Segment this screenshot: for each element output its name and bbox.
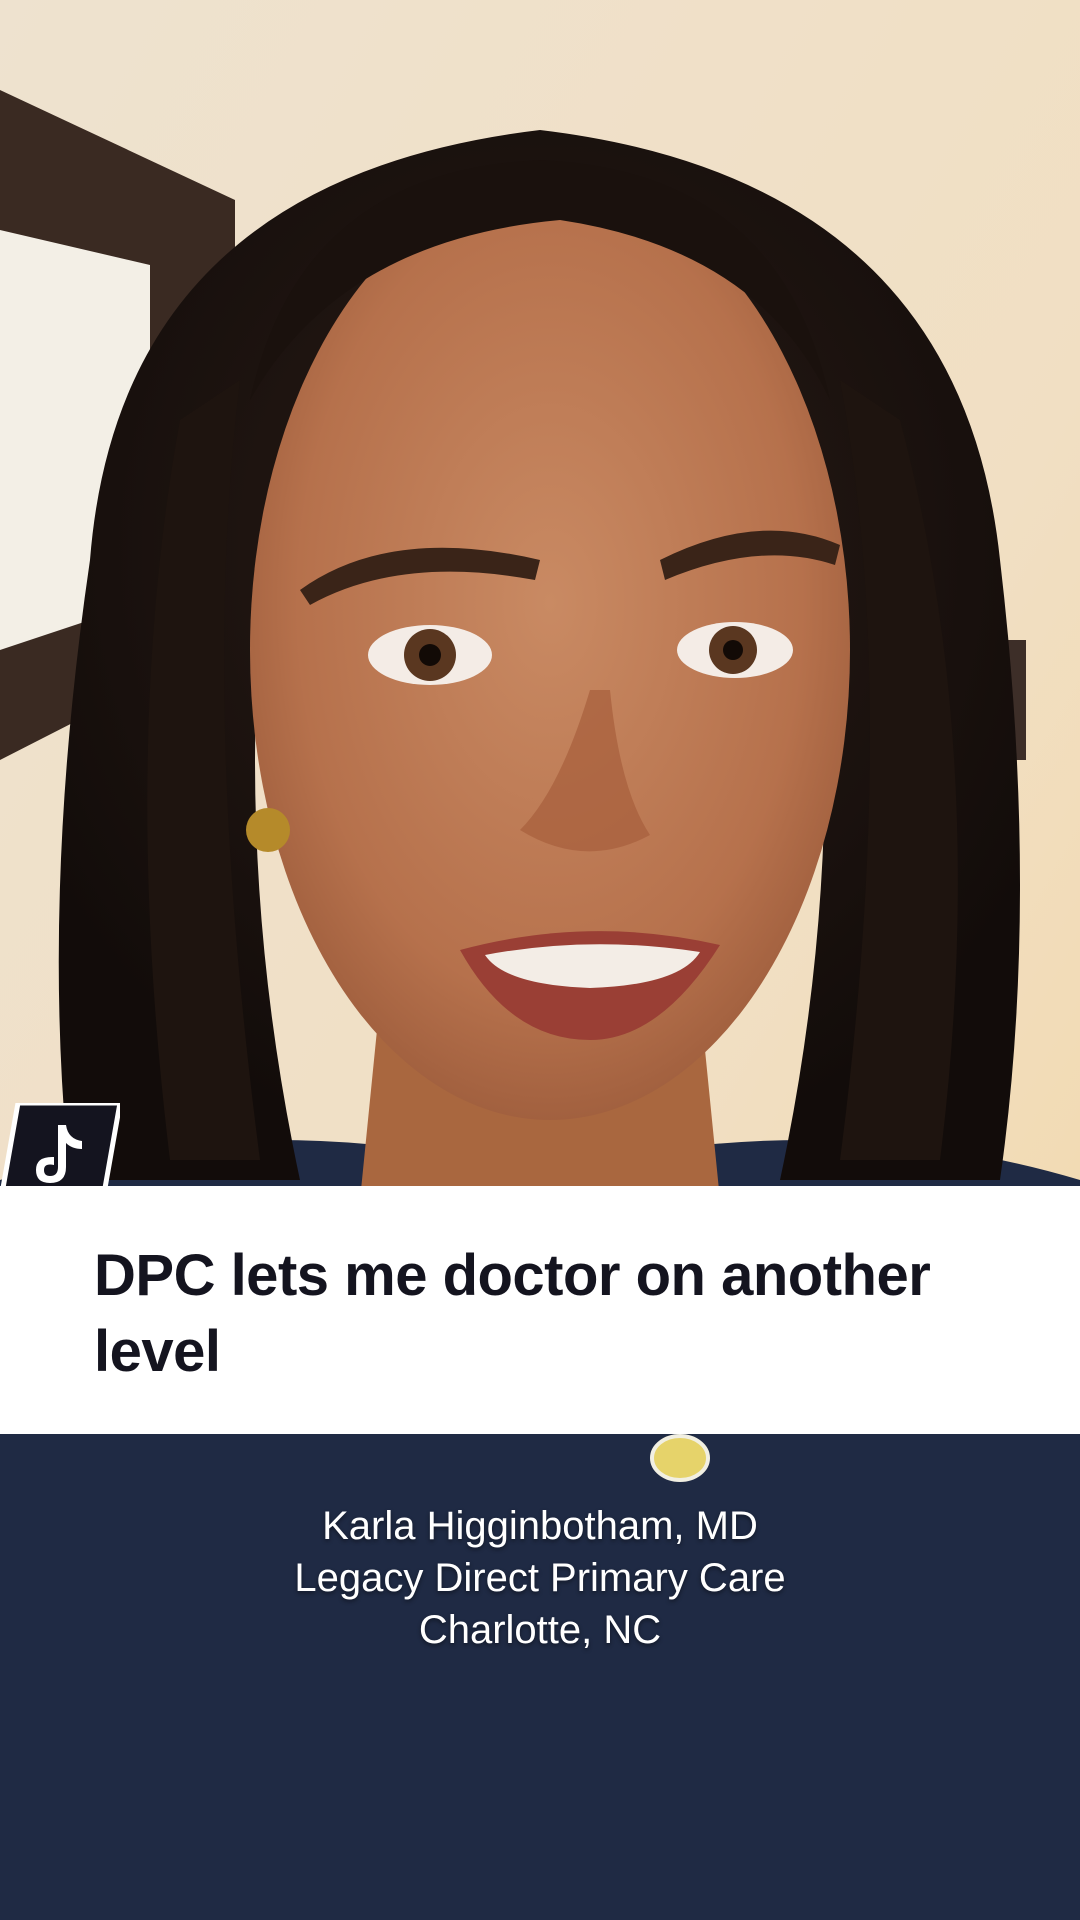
caption-name: Karla Higginbotham, MD bbox=[322, 1504, 758, 1548]
headline-text: DPC lets me doctor on another level bbox=[94, 1243, 931, 1384]
headline-banner: DPC lets me doctor on another level bbox=[0, 1186, 1080, 1434]
tiktok-video-screen[interactable]: DPC lets me doctor on another level Karl… bbox=[0, 0, 1080, 1920]
caption-overlay: Karla Higginbotham, MD Legacy Direct Pri… bbox=[0, 1500, 1080, 1656]
caption-practice: Legacy Direct Primary Care bbox=[294, 1556, 786, 1600]
caption-location: Charlotte, NC bbox=[418, 1608, 662, 1652]
